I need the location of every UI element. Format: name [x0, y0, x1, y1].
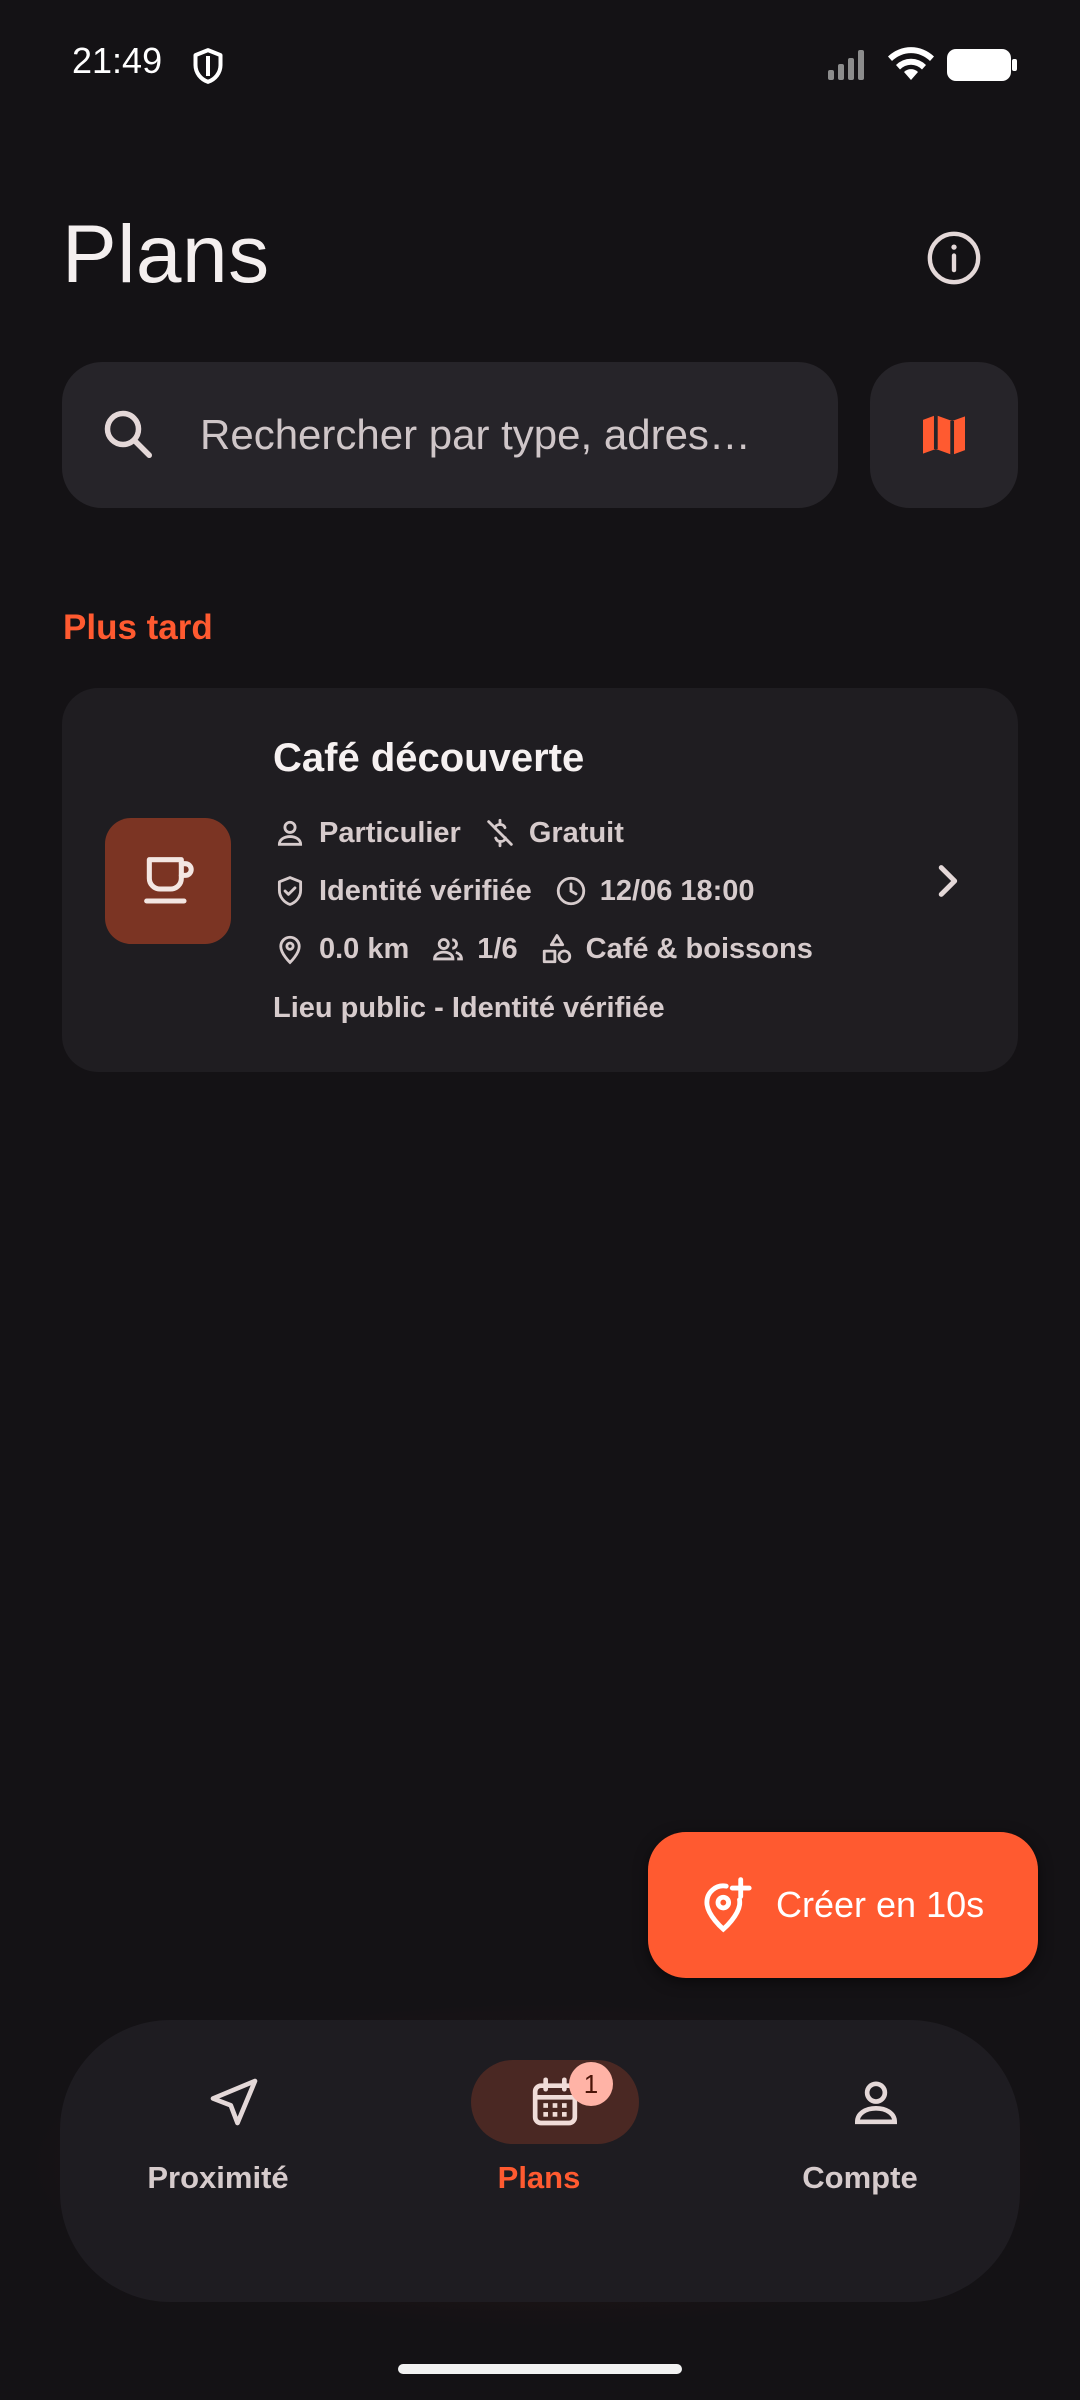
- nav-label: Plans: [497, 2160, 581, 2195]
- home-indicator[interactable]: [398, 2364, 682, 2374]
- plan-verification-label: Identité vérifiée: [319, 874, 532, 907]
- signal-icon: [828, 50, 864, 80]
- plan-category: Café & boissons: [540, 932, 813, 966]
- nav-label: Compte: [802, 2160, 918, 2195]
- nav-item-plans[interactable]: 1 Plans: [389, 2020, 689, 2302]
- plan-card[interactable]: Café découverte Particulier Gratuit Iden…: [62, 688, 1018, 1072]
- notification-badge: 1: [569, 2062, 613, 2106]
- plan-meta-row: 0.0 km 1/6 Café & boissons: [273, 932, 835, 966]
- person-icon: [277, 820, 303, 846]
- add-location-icon: [704, 1877, 752, 1933]
- search-bar[interactable]: [62, 362, 838, 508]
- location-pin-icon: [279, 935, 301, 965]
- plan-title: Café découverte: [273, 736, 585, 780]
- plan-description: Lieu public - Identité vérifiée: [273, 992, 665, 1024]
- info-icon: [927, 231, 981, 285]
- money-off-icon: [487, 818, 513, 848]
- page-title: Plans: [62, 209, 270, 300]
- create-plan-fab[interactable]: Créer en 10s: [648, 1832, 1038, 1978]
- group-icon: [433, 938, 464, 961]
- coffee-cup-icon: [144, 857, 194, 904]
- navigation-arrow-icon: [210, 2078, 258, 2126]
- plan-meta-row: Particulier Gratuit: [273, 816, 646, 850]
- bottom-navigation: Proximité 1 Plans Compte: [60, 2020, 1020, 2302]
- plan-price: Gratuit: [483, 816, 624, 850]
- clock-icon: [556, 876, 585, 906]
- plan-price-label: Gratuit: [528, 816, 624, 849]
- person-icon: [854, 2081, 898, 2125]
- nav-pill: [150, 2060, 318, 2144]
- nav-item-compte[interactable]: Compte: [710, 2020, 1010, 2302]
- search-input[interactable]: [200, 362, 820, 508]
- wifi-icon: [888, 47, 934, 80]
- create-plan-fab-label: Créer en 10s: [776, 1884, 985, 1925]
- plan-datetime-label: 12/06 18:00: [599, 874, 755, 907]
- info-button[interactable]: [920, 224, 988, 292]
- status-time: 21:49: [72, 40, 163, 81]
- plan-participants: 1/6: [431, 932, 518, 966]
- map-button[interactable]: [870, 362, 1018, 508]
- plan-distance: 0.0 km: [273, 932, 409, 966]
- nav-label: Proximité: [147, 2160, 289, 2195]
- plan-datetime: 12/06 18:00: [554, 874, 755, 908]
- plan-meta-row: Identité vérifiée 12/06 18:00: [273, 874, 777, 908]
- plan-host-type-label: Particulier: [319, 816, 461, 849]
- chevron-right-icon: [938, 865, 958, 897]
- plan-participants-label: 1/6: [477, 932, 518, 965]
- section-label-later: Plus tard: [63, 608, 213, 647]
- plan-category-badge: [105, 818, 231, 944]
- verified-shield-icon: [277, 876, 303, 906]
- nav-item-proximite[interactable]: Proximité: [68, 2020, 368, 2302]
- shield-icon: [193, 48, 223, 84]
- category-shapes-icon: [542, 934, 571, 964]
- battery-icon: [947, 49, 1017, 81]
- status-bar: 21:49: [0, 0, 1080, 130]
- nav-pill-active: [471, 2060, 639, 2144]
- search-icon: [104, 410, 152, 458]
- plan-category-label: Café & boissons: [585, 932, 813, 965]
- plan-distance-label: 0.0 km: [319, 932, 410, 965]
- map-icon: [923, 415, 965, 455]
- plan-verification: Identité vérifiée: [273, 874, 532, 908]
- plan-host-type: Particulier: [273, 816, 461, 850]
- nav-pill: [792, 2060, 960, 2144]
